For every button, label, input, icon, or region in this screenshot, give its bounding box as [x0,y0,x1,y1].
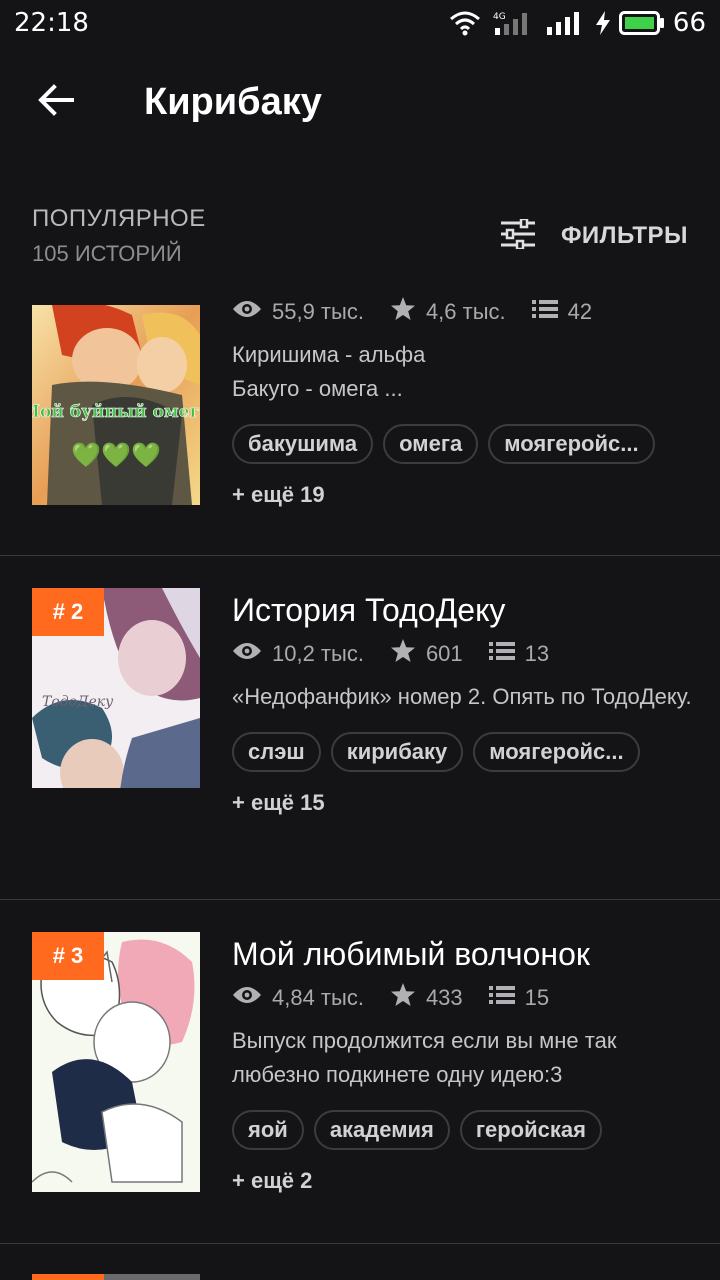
tag-chip[interactable]: геройская [459,1110,602,1150]
tag-chip[interactable]: кирибаку [330,732,464,772]
views-count: 55,9 тыс. [272,299,364,324]
parts-stat: 13 [488,641,550,667]
story-description: Выпуск продолжится если вы мне так любез… [232,1028,617,1087]
parts-stat: 42 [531,299,593,325]
story-list: Мой буйный омега 💚💚💚 55,9 тыс. 4,6 тыс. [0,288,720,1244]
page-title: Кирибаку [144,80,322,123]
story-cover[interactable]: # 3 [32,932,200,1192]
list-icon [488,985,525,1011]
status-time: 22:18 [14,8,89,38]
rank-badge: # 2 [32,588,104,636]
next-story-cover-peek[interactable] [32,1274,200,1280]
story-stats: 10,2 тыс. 601 13 [232,638,692,670]
story-tags: бакушима омега моягеройс... [232,424,692,464]
story-description: «Недофанфик» номер 2. Опять по ТодоДеку. [232,684,692,709]
views-count: 4,84 тыс. [272,985,364,1010]
status-icons: 4G 66 [449,8,706,38]
rank-badge: # 3 [32,932,104,980]
list-icon [488,641,525,667]
list-icon [531,299,568,325]
section-header: ПОПУЛЯРНОЕ 105 ИСТОРИЙ ФИЛЬТРЫ [0,196,720,276]
more-tags-link[interactable]: + ещё 15 [232,790,692,816]
app-header: Кирибаку [0,56,720,148]
views-stat: 10,2 тыс. [232,641,364,667]
story-cover[interactable]: Мой буйный омега 💚💚💚 [32,305,200,505]
battery: 66 [595,8,706,38]
wifi-icon [449,10,481,36]
cover-title-text: Мой буйный омега [32,402,200,422]
tag-chip[interactable]: слэш [232,732,321,772]
filters-button[interactable]: ФИЛЬТРЫ [500,217,688,254]
parts-count: 42 [567,299,593,324]
views-count: 10,2 тыс. [272,641,364,666]
story-tags: слэш кирибаку моягеройс... [232,732,692,772]
story-card[interactable]: # 3 Мой любимый волчонок 4,84 тыс. 433 1… [0,900,720,1244]
story-info: 55,9 тыс. 4,6 тыс. 42 Киришима - альфа Б… [232,296,692,508]
tag-chip[interactable]: академия [313,1110,450,1150]
votes-stat: 4,6 тыс. [390,297,506,327]
parts-count: 13 [524,641,550,666]
star-icon [390,297,426,327]
story-stats: 4,84 тыс. 433 15 [232,982,692,1014]
eye-icon [232,641,272,667]
tag-chip[interactable]: яой [232,1110,304,1150]
battery-percentage: 66 [672,8,706,38]
story-title[interactable]: Мой любимый волчонок [232,934,692,974]
story-card[interactable]: # 2 ТодоДеку История ТодоДеку 10,2 тыс. … [0,556,720,900]
tag-chip[interactable]: бакушима [232,424,374,464]
star-icon [390,983,426,1013]
views-stat: 55,9 тыс. [232,299,364,325]
eye-icon [232,299,272,325]
story-info: Мой любимый волчонок 4,84 тыс. 433 15 Вы… [232,934,692,1194]
votes-stat: 601 [390,639,463,669]
story-cover[interactable]: # 2 ТодоДеку [32,588,200,788]
charging-icon [595,11,611,35]
cover-title: ТодоДеку [42,694,114,710]
story-count: 105 ИСТОРИЙ [32,241,182,266]
star-icon [390,639,426,669]
section-title: ПОПУЛЯРНОЕ [32,205,206,232]
parts-stat: 15 [488,985,550,1011]
story-card[interactable]: Мой буйный омега 💚💚💚 55,9 тыс. 4,6 тыс. [0,288,720,556]
story-stats: 55,9 тыс. 4,6 тыс. 42 [232,296,692,328]
story-title[interactable]: История ТодоДеку [232,590,692,630]
eye-icon [232,985,272,1011]
parts-count: 15 [524,985,550,1010]
status-bar: 22:18 4G 66 [0,0,720,46]
arrow-left-icon [36,80,76,125]
more-tags-link[interactable]: + ещё 19 [232,482,692,508]
tag-chip[interactable]: моягеройс... [473,732,640,772]
votes-stat: 433 [390,983,463,1013]
story-tags: яой академия геройская [232,1110,692,1150]
signal-icon [545,10,583,36]
back-button[interactable] [16,62,96,142]
votes-count: 4,6 тыс. [425,299,506,324]
votes-count: 601 [425,641,463,666]
votes-count: 433 [425,985,463,1010]
signal-4g-icon: 4G [493,10,533,36]
tag-chip[interactable]: моягеройс... [488,424,655,464]
screen: 22:18 4G 66 Кирибаку ПОПУЛЯРНОЕ 105 ИСТО… [0,0,720,1280]
sliders-icon [500,217,535,254]
story-info: История ТодоДеку 10,2 тыс. 601 13 «Недоф… [232,590,692,816]
cover-hearts: 💚💚💚 [71,442,161,469]
story-description: Киришима - альфа Бакуго - омега ... [232,342,426,401]
cover-title: Мой буйный омега [32,402,200,422]
filters-label: ФИЛЬТРЫ [560,222,688,249]
views-stat: 4,84 тыс. [232,985,364,1011]
battery-icon [618,10,665,36]
more-tags-link[interactable]: + ещё 2 [232,1168,692,1194]
network-label: 4G [493,12,506,22]
tag-chip[interactable]: омега [383,424,479,464]
section-heading: ПОПУЛЯРНОЕ 105 ИСТОРИЙ [32,205,206,267]
